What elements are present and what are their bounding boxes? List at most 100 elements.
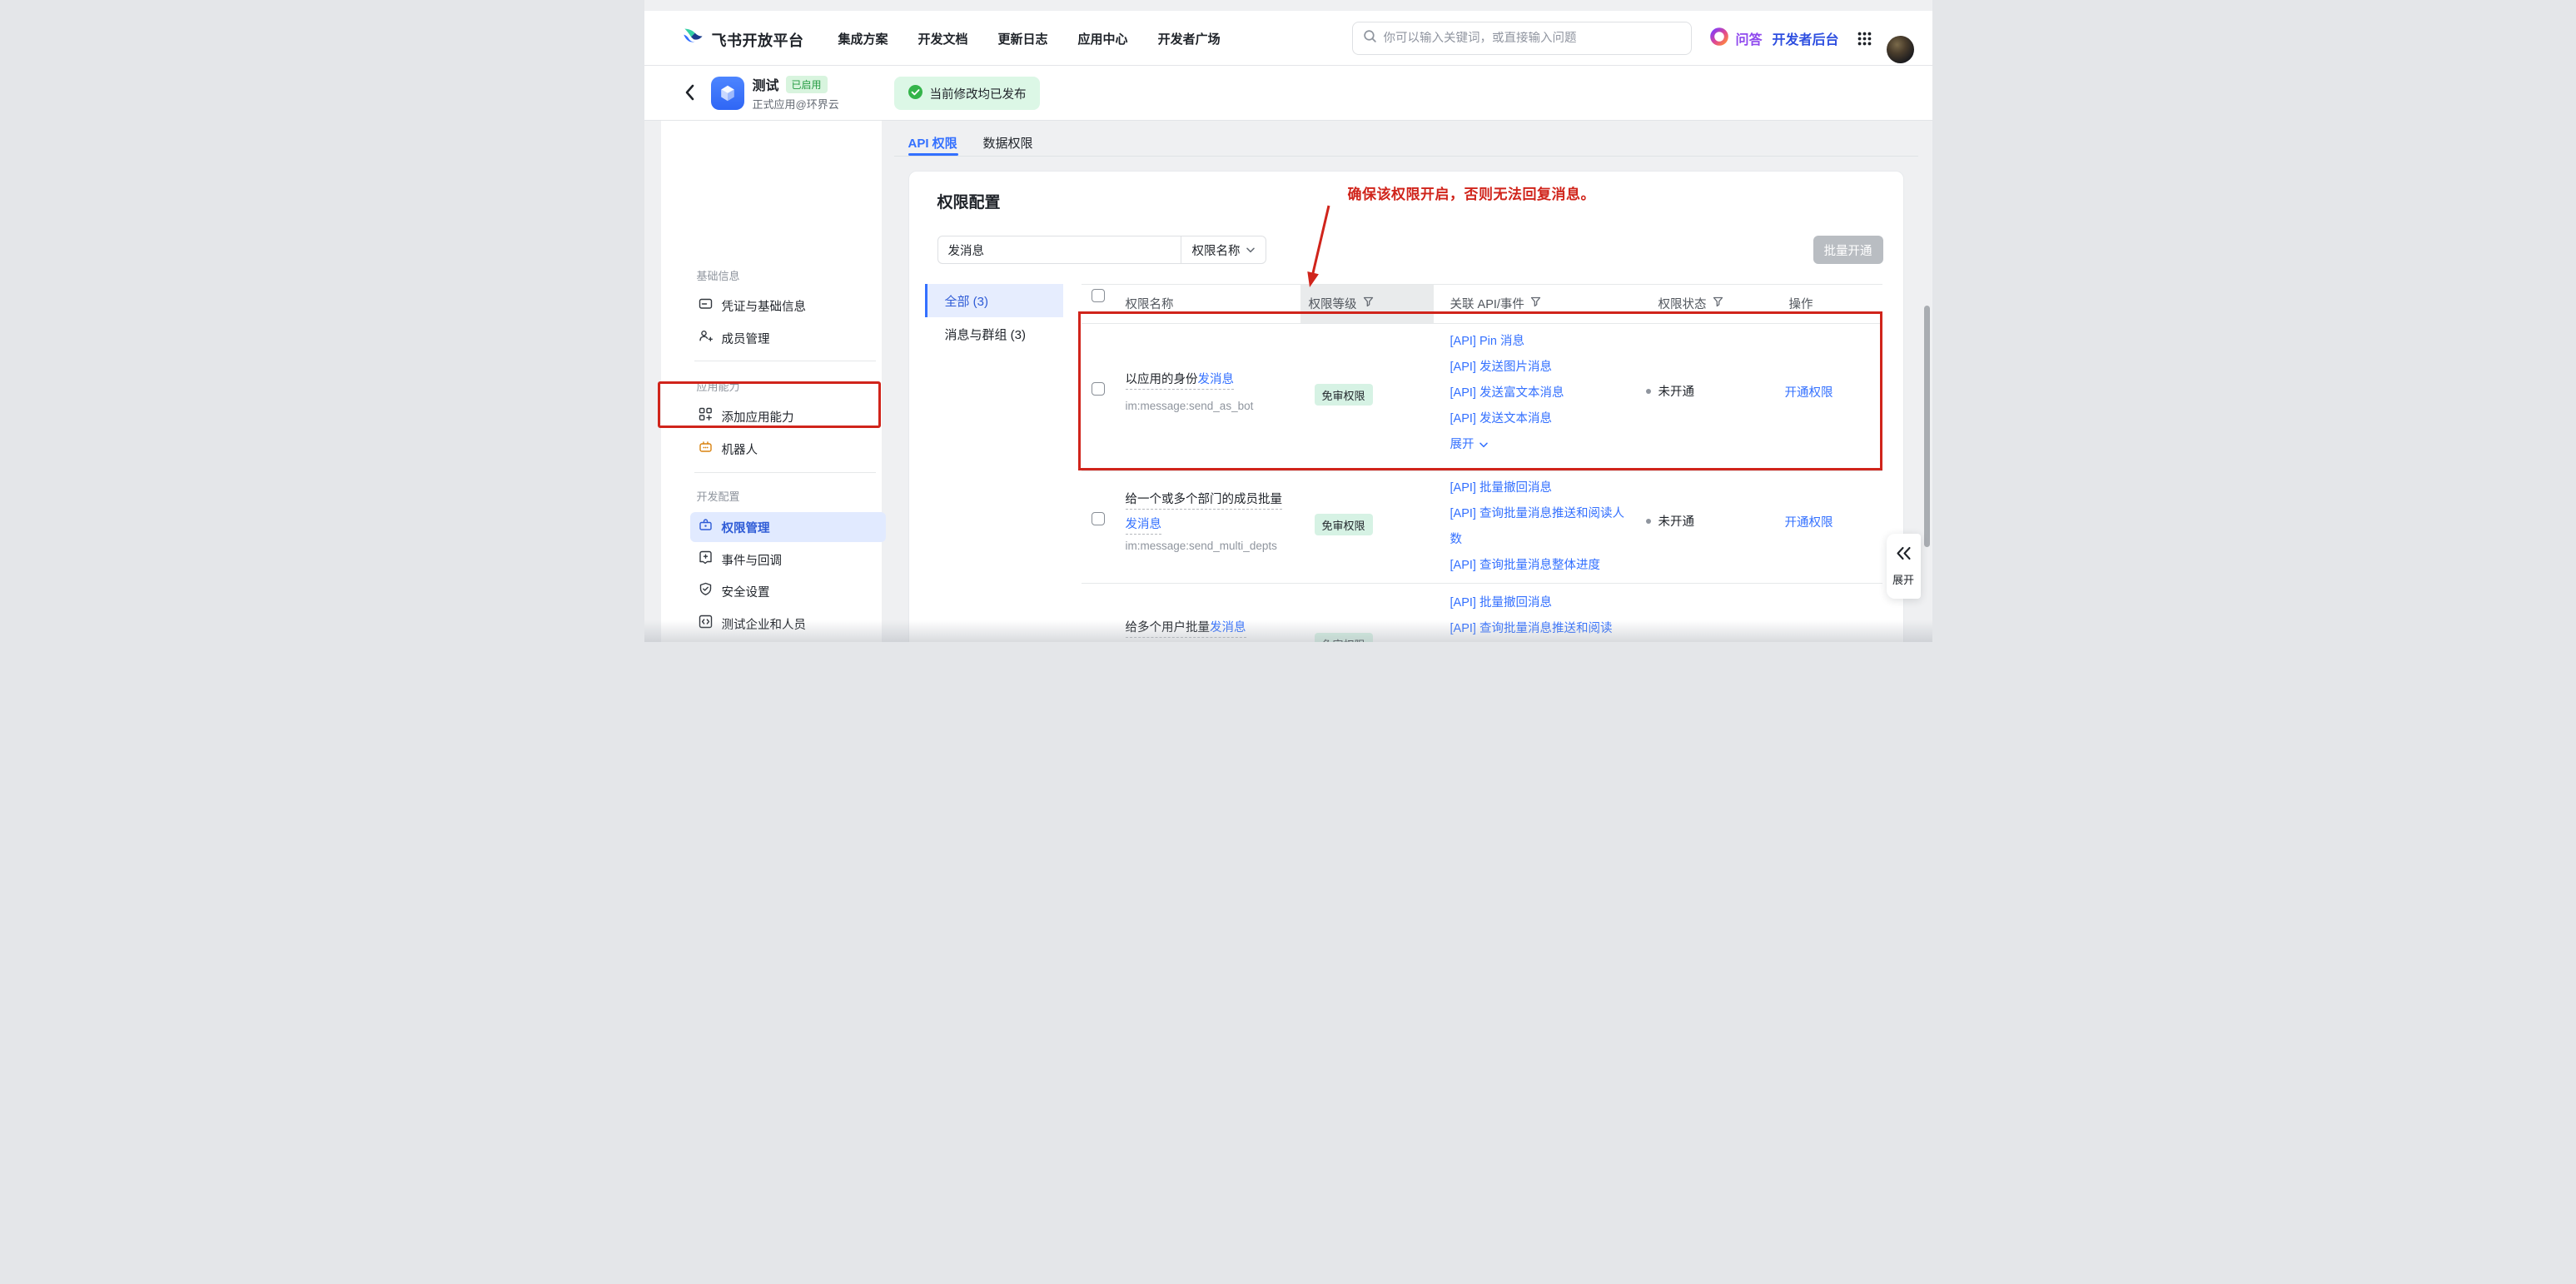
nav-item-changelog[interactable]: 更新日志: [998, 30, 1048, 47]
permission-search-group: 权限名称: [937, 236, 1266, 264]
col-header-apis: 关联 API/事件: [1450, 295, 1541, 312]
filter-all-label: 全部 (3): [925, 292, 989, 310]
row-checkbox[interactable]: [1092, 512, 1105, 525]
level-tag: 免审权限: [1315, 633, 1373, 642]
open-permission-link[interactable]: 开通权限: [1785, 513, 1833, 530]
api-link[interactable]: [API] 批量撤回消息: [1450, 475, 1630, 501]
expand-panel-label: 展开: [1892, 571, 1914, 587]
chevron-down-icon: [1246, 243, 1255, 256]
filter-funnel-icon[interactable]: [1363, 296, 1374, 311]
api-links: [API] Pin 消息 [API] 发送图片消息 [API] 发送富文本消息 …: [1450, 329, 1630, 458]
filter-all[interactable]: 全部 (3): [925, 284, 1063, 317]
chevron-down-icon: [1479, 432, 1488, 458]
nav-item-integration[interactable]: 集成方案: [838, 30, 888, 47]
select-all-checkbox[interactable]: [1092, 289, 1105, 302]
search-filter-dropdown[interactable]: 权限名称: [1181, 236, 1266, 263]
developer-console-link[interactable]: 开发者后台: [1773, 11, 1839, 66]
col-header-name: 权限名称: [1126, 295, 1174, 312]
status-cell: 未开通: [1646, 382, 1695, 400]
row-checkbox[interactable]: [1092, 382, 1105, 396]
avatar[interactable]: [1887, 36, 1914, 63]
permission-scope: im:message:send_as_bot: [1126, 400, 1254, 412]
global-search-box[interactable]: [1352, 22, 1692, 55]
back-icon[interactable]: [683, 83, 698, 106]
tab-data-permissions[interactable]: 数据权限: [983, 134, 1033, 152]
sidebar-item-label: 权限管理: [722, 519, 770, 536]
sidebar-item-label: 添加应用能力: [722, 408, 794, 426]
filter-message-group[interactable]: 消息与群组 (3): [925, 317, 1063, 351]
batch-open-button[interactable]: 批量开通: [1813, 236, 1883, 264]
sidebar-item-label: 成员管理: [722, 330, 770, 347]
filter-active-bar: [925, 284, 927, 317]
app-subtitle: 正式应用@环界云: [753, 96, 839, 112]
sidebar-item-label: 机器人: [722, 440, 758, 458]
api-links: [API] 批量撤回消息 [API] 查询批量消息推送和阅读人数 [API] 查…: [1450, 475, 1630, 579]
nav-item-docs[interactable]: 开发文档: [918, 30, 968, 47]
sidebar-divider: [694, 472, 876, 473]
permission-name[interactable]: 以应用的身份发消息: [1126, 367, 1292, 392]
permission-scope: im:message:send_multi_depts: [1126, 540, 1277, 552]
filter-funnel-icon[interactable]: [1713, 296, 1723, 311]
api-links: [API] 批量撤回消息 [API] 查询批量消息推送和阅读: [1450, 590, 1630, 642]
sidebar-item-security[interactable]: 安全设置: [690, 576, 886, 606]
row-divider: [1082, 583, 1882, 584]
tab-api-permissions[interactable]: API 权限: [908, 134, 957, 152]
vertical-scrollbar-thumb[interactable]: [1924, 306, 1930, 547]
permission-name[interactable]: 给一个或多个部门的成员批量发消息: [1126, 487, 1286, 537]
sidebar-item-test-org[interactable]: 测试企业和人员: [690, 609, 886, 639]
sidebar-item-add-capability[interactable]: 添加应用能力: [690, 401, 886, 431]
open-permission-link[interactable]: 开通权限: [1785, 383, 1833, 401]
sidebar-item-label: 凭证与基础信息: [722, 297, 807, 315]
api-link[interactable]: [API] 发送图片消息: [1450, 355, 1630, 381]
sidebar-item-bot[interactable]: 机器人: [690, 434, 886, 464]
api-link[interactable]: [API] 发送文本消息: [1450, 406, 1630, 432]
expand-panel-button[interactable]: 展开: [1887, 534, 1921, 599]
level-tag: 免审权限: [1315, 514, 1373, 535]
col-header-status: 权限状态: [1658, 295, 1723, 312]
nav-item-dev-plaza[interactable]: 开发者广场: [1158, 30, 1221, 47]
sidebar-item-events[interactable]: 事件与回调: [690, 545, 886, 575]
event-callback-icon: [699, 550, 713, 569]
api-link[interactable]: [API] Pin 消息: [1450, 329, 1630, 355]
api-link[interactable]: [API] 批量撤回消息: [1450, 590, 1630, 616]
permission-search-input[interactable]: [938, 236, 1181, 263]
col-header-action: 操作: [1789, 295, 1813, 312]
card-title: 权限配置: [937, 190, 1001, 212]
brand-title: 飞书开放平台: [712, 29, 804, 51]
filter-message-group-label: 消息与群组 (3): [925, 326, 1027, 343]
col-header-level: 权限等级: [1309, 295, 1374, 312]
search-icon: [1363, 29, 1377, 47]
level-tag: 免审权限: [1315, 384, 1373, 406]
status-badge-enabled: 已启用: [786, 76, 828, 93]
sidebar-item-label: 事件与回调: [722, 551, 783, 569]
brand-logo[interactable]: 飞书开放平台: [682, 27, 804, 53]
sidebar-item-permissions[interactable]: 权限管理: [690, 512, 886, 542]
permission-name[interactable]: 给多个用户批量发消息: [1126, 615, 1300, 640]
expand-apis-link[interactable]: 展开: [1450, 432, 1488, 458]
search-filter-label: 权限名称: [1192, 241, 1241, 259]
qa-ring-icon: [1708, 26, 1730, 52]
shield-check-icon: [699, 582, 713, 600]
top-nav: 飞书开放平台 集成方案 开发文档 更新日志 应用中心 开发者广场: [644, 11, 1932, 66]
nav-links: 集成方案 开发文档 更新日志 应用中心 开发者广场: [838, 11, 1221, 66]
page: 飞书开放平台 集成方案 开发文档 更新日志 应用中心 开发者广场: [644, 0, 1932, 642]
app-cube-icon: [711, 77, 744, 110]
api-link[interactable]: [API] 发送富文本消息: [1450, 381, 1630, 406]
sidebar-item-credentials[interactable]: 凭证与基础信息: [690, 291, 886, 321]
check-circle-icon: [908, 84, 923, 103]
member-add-icon: [699, 329, 713, 347]
grid-plus-icon: [699, 407, 713, 426]
api-link[interactable]: [API] 查询批量消息推送和阅读: [1450, 616, 1630, 642]
publish-status-text: 当前修改均已发布: [930, 85, 1027, 102]
apps-grid-icon[interactable]: [1857, 31, 1872, 51]
global-search-input[interactable]: [1384, 32, 1681, 45]
briefcase-lock-icon: [699, 518, 713, 536]
table-header-top-border: [1082, 284, 1882, 285]
code-icon: [699, 615, 713, 633]
nav-item-app-center[interactable]: 应用中心: [1078, 30, 1128, 47]
api-link[interactable]: [API] 查询批量消息整体进度: [1450, 553, 1630, 579]
filter-funnel-icon[interactable]: [1530, 296, 1541, 311]
qa-link[interactable]: 问答: [1708, 11, 1763, 66]
api-link[interactable]: [API] 查询批量消息推送和阅读人数: [1450, 501, 1630, 553]
sidebar-item-members[interactable]: 成员管理: [690, 323, 886, 353]
